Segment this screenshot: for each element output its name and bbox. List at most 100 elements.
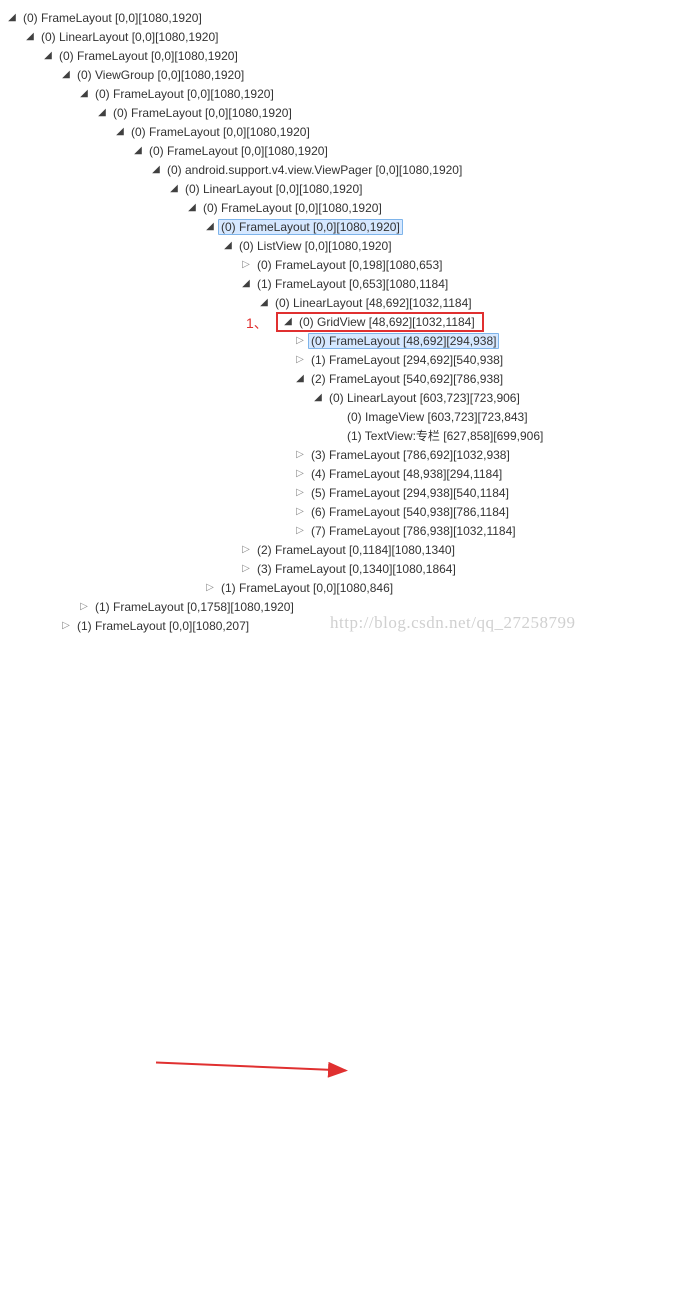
expand-toggle-closed-icon[interactable]: ▷ — [240, 563, 252, 575]
tree-node[interactable]: ◢(0) LinearLayout [603,723][723,906] — [6, 388, 687, 407]
tree-node-label: (2) FrameLayout [0,1184][1080,1340] — [254, 542, 458, 558]
tree-node[interactable]: ◢(1) FrameLayout [0,653][1080,1184] — [6, 274, 687, 293]
expand-toggle-closed-icon[interactable]: ▷ — [60, 620, 72, 632]
tree-node-label: (4) FrameLayout [48,938][294,1184] — [308, 466, 505, 482]
tree-node[interactable]: ▷(0) FrameLayout [0,198][1080,653] — [6, 255, 687, 274]
tree-node[interactable]: ▷(7) FrameLayout [786,938][1032,1184] — [6, 521, 687, 540]
tree-node-label: (3) FrameLayout [0,1340][1080,1864] — [254, 561, 459, 577]
expand-toggle-open-icon[interactable]: ◢ — [282, 316, 294, 328]
tree-node-label: (0) ViewGroup [0,0][1080,1920] — [74, 67, 247, 83]
expand-toggle-closed-icon[interactable]: ▷ — [294, 468, 306, 480]
tree-node[interactable]: ▷(2) FrameLayout [0,1184][1080,1340] — [6, 540, 687, 559]
tree-node-label: (0) android.support.v4.view.ViewPager [0… — [164, 162, 465, 178]
annotation-highlight-box: ◢(0) GridView [48,692][1032,1184] — [276, 312, 484, 332]
expand-toggle-open-icon[interactable]: ◢ — [114, 126, 126, 138]
expand-toggle-open-icon[interactable]: ◢ — [186, 202, 198, 214]
tree-node-label: (2) FrameLayout [540,692][786,938] — [308, 371, 506, 387]
expand-toggle-open-icon[interactable]: ◢ — [204, 221, 216, 233]
tree-node-label: (0) LinearLayout [48,692][1032,1184] — [272, 295, 475, 311]
expand-toggle-closed-icon[interactable]: ▷ — [294, 487, 306, 499]
expand-toggle-open-icon[interactable]: ◢ — [240, 278, 252, 290]
tree-node[interactable]: ▷(6) FrameLayout [540,938][786,1184] — [6, 502, 687, 521]
tree-node-label: (0) FrameLayout [0,0][1080,1920] — [218, 219, 403, 235]
tree-node-label: (0) FrameLayout [0,0][1080,1920] — [146, 143, 331, 159]
tree-node[interactable]: ◢(0) FrameLayout [0,0][1080,1920] — [6, 122, 687, 141]
tree-node[interactable]: ◢(0) FrameLayout [0,0][1080,1920] — [6, 198, 687, 217]
tree-node[interactable]: ◢(0) FrameLayout [0,0][1080,1920] — [6, 141, 687, 160]
expand-toggle-open-icon[interactable]: ◢ — [168, 183, 180, 195]
tree-node[interactable]: ◢(0) FrameLayout [0,0][1080,1920] — [6, 217, 687, 236]
expand-toggle-closed-icon[interactable]: ▷ — [204, 582, 216, 594]
expand-toggle-closed-icon[interactable]: ▷ — [240, 259, 252, 271]
tree-node-label: (5) FrameLayout [294,938][540,1184] — [308, 485, 512, 501]
expand-toggle-open-icon[interactable]: ◢ — [294, 373, 306, 385]
tree-node-label: (6) FrameLayout [540,938][786,1184] — [308, 504, 512, 520]
tree-node[interactable]: ◢(0) GridView [48,692][1032,1184] — [6, 312, 687, 331]
tree-node-label: (0) ListView [0,0][1080,1920] — [236, 238, 395, 254]
tree-node-label: (0) FrameLayout [0,0][1080,1920] — [20, 10, 205, 26]
tree-node[interactable]: ◢(0) ListView [0,0][1080,1920] — [6, 236, 687, 255]
annotation-label-1: 1、 — [246, 313, 268, 333]
expand-toggle-closed-icon[interactable]: ▷ — [294, 449, 306, 461]
expand-toggle-open-icon[interactable]: ◢ — [78, 88, 90, 100]
layout-hierarchy-tree[interactable]: ◢(0) FrameLayout [0,0][1080,1920]◢(0) Li… — [6, 8, 687, 635]
tree-node-label: (3) FrameLayout [786,692][1032,938] — [308, 447, 513, 463]
tree-node-label: (0) FrameLayout [0,0][1080,1920] — [56, 48, 241, 64]
tree-node-label: (0) LinearLayout [0,0][1080,1920] — [182, 181, 365, 197]
annotation-arrow — [6, 635, 693, 1296]
tree-node-label: (1) TextView:专栏 [627,858][699,906] — [344, 426, 546, 445]
tree-node[interactable]: ▷(4) FrameLayout [48,938][294,1184] — [6, 464, 687, 483]
expand-toggle-closed-icon[interactable]: ▷ — [294, 506, 306, 518]
expand-toggle-open-icon[interactable]: ◢ — [96, 107, 108, 119]
tree-node[interactable]: ◢(0) FrameLayout [0,0][1080,1920] — [6, 8, 687, 27]
tree-node[interactable]: ◢(0) LinearLayout [48,692][1032,1184] — [6, 293, 687, 312]
expand-toggle-open-icon[interactable]: ◢ — [6, 12, 18, 24]
expand-toggle-closed-icon[interactable]: ▷ — [240, 544, 252, 556]
expand-toggle-closed-icon[interactable]: ▷ — [294, 525, 306, 537]
tree-node-label: (1) FrameLayout [0,1758][1080,1920] — [92, 599, 297, 615]
tree-node[interactable]: ▷(1) FrameLayout [0,0][1080,846] — [6, 578, 687, 597]
expand-toggle-closed-icon[interactable]: ▷ — [78, 601, 90, 613]
expand-toggle-open-icon[interactable]: ◢ — [258, 297, 270, 309]
tree-node[interactable]: ◢(0) LinearLayout [0,0][1080,1920] — [6, 27, 687, 46]
tree-node-label: (0) LinearLayout [0,0][1080,1920] — [38, 29, 221, 45]
tree-node-label: (0) FrameLayout [0,198][1080,653] — [254, 257, 445, 273]
tree-node-label: (0) GridView [48,692][1032,1184] — [296, 314, 478, 330]
expand-toggle-open-icon[interactable]: ◢ — [24, 31, 36, 43]
tree-node[interactable]: ◢(2) FrameLayout [540,692][786,938] — [6, 369, 687, 388]
tree-node[interactable]: ▷(1) FrameLayout [0,0][1080,207] — [6, 616, 687, 635]
tree-node-label: (0) ImageView [603,723][723,843] — [344, 409, 531, 425]
expand-toggle-closed-icon[interactable]: ▷ — [294, 354, 306, 366]
tree-node[interactable]: ◢(0) FrameLayout [0,0][1080,1920] — [6, 46, 687, 65]
tree-node[interactable]: ▷(5) FrameLayout [294,938][540,1184] — [6, 483, 687, 502]
expand-toggle-open-icon[interactable]: ◢ — [222, 240, 234, 252]
tree-node[interactable]: ▷(1) FrameLayout [0,1758][1080,1920] — [6, 597, 687, 616]
tree-node-label: (0) FrameLayout [0,0][1080,1920] — [128, 124, 313, 140]
tree-node[interactable]: ▷(3) FrameLayout [786,692][1032,938] — [6, 445, 687, 464]
expand-toggle-open-icon[interactable]: ◢ — [42, 50, 54, 62]
tree-node[interactable]: ◢(0) FrameLayout [0,0][1080,1920] — [6, 103, 687, 122]
tree-node[interactable]: ◢(0) android.support.v4.view.ViewPager [… — [6, 160, 687, 179]
tree-node[interactable]: (1) TextView:专栏 [627,858][699,906] — [6, 426, 687, 445]
expand-toggle-closed-icon[interactable]: ▷ — [294, 335, 306, 347]
expand-toggle-open-icon[interactable]: ◢ — [132, 145, 144, 157]
tree-node[interactable]: ▷(0) FrameLayout [48,692][294,938] — [6, 331, 687, 350]
tree-node-label: (1) FrameLayout [0,0][1080,207] — [74, 618, 252, 634]
tree-node[interactable]: ▷(3) FrameLayout [0,1340][1080,1864] — [6, 559, 687, 578]
tree-node-label: (0) FrameLayout [48,692][294,938] — [308, 333, 499, 349]
tree-node-label: (1) FrameLayout [294,692][540,938] — [308, 352, 506, 368]
tree-node-label: (0) FrameLayout [0,0][1080,1920] — [200, 200, 385, 216]
expand-toggle-open-icon[interactable]: ◢ — [312, 392, 324, 404]
tree-node-label: (7) FrameLayout [786,938][1032,1184] — [308, 523, 519, 539]
tree-node-label: (1) FrameLayout [0,653][1080,1184] — [254, 276, 451, 292]
expand-toggle-open-icon[interactable]: ◢ — [60, 69, 72, 81]
tree-node-label: (0) FrameLayout [0,0][1080,1920] — [110, 105, 295, 121]
tree-node[interactable]: ◢(0) LinearLayout [0,0][1080,1920] — [6, 179, 687, 198]
tree-node[interactable]: ◢(0) ViewGroup [0,0][1080,1920] — [6, 65, 687, 84]
tree-node[interactable]: ◢(0) FrameLayout [0,0][1080,1920] — [6, 84, 687, 103]
tree-node[interactable]: (0) ImageView [603,723][723,843] — [6, 407, 687, 426]
tree-node[interactable]: ▷(1) FrameLayout [294,692][540,938] — [6, 350, 687, 369]
tree-node-label: (0) FrameLayout [0,0][1080,1920] — [92, 86, 277, 102]
expand-toggle-open-icon[interactable]: ◢ — [150, 164, 162, 176]
tree-node-label: (1) FrameLayout [0,0][1080,846] — [218, 580, 396, 596]
